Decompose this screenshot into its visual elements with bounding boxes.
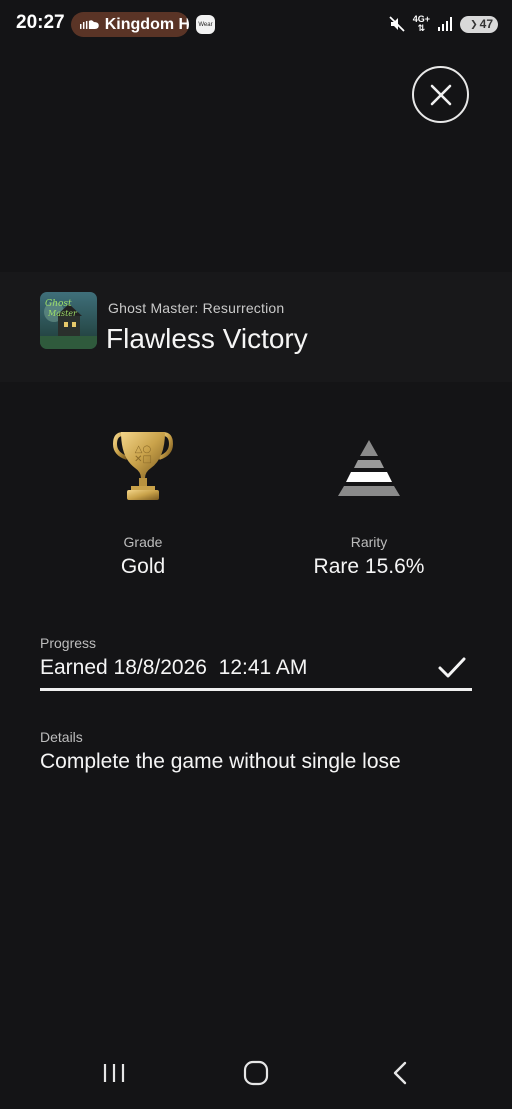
home-icon[interactable]: [243, 1060, 269, 1086]
checkmark-icon: [438, 657, 466, 678]
recents-icon[interactable]: [101, 1060, 127, 1086]
svg-text:Ghost: Ghost: [45, 299, 72, 309]
soundcloud-icon: [80, 20, 99, 29]
status-time: 20:27: [16, 12, 65, 33]
svg-text:✕□: ✕□: [134, 454, 152, 465]
status-indicators: 4G+ ⇅ ❯ 47: [389, 13, 498, 35]
svg-text:Master: Master: [47, 309, 78, 318]
rarity-label: Rarity: [350, 534, 388, 550]
media-title: Kingdom H: [104, 15, 189, 33]
battery-saver-icon: ❯: [470, 18, 478, 29]
status-bar: 20:27 Kingdom H Wear 4G+ ⇅ ❯ 47: [0, 0, 512, 48]
grade-value: Gold: [120, 555, 166, 578]
game-cover-thumbnail: Ghost Master: [40, 292, 97, 349]
details-value: Complete the game without single lose: [40, 750, 401, 773]
details-label: Details: [40, 729, 83, 745]
signal-icon: [438, 17, 452, 31]
game-name: Ghost Master: Resurrection: [108, 300, 285, 316]
rarity-pyramid-icon: [338, 440, 400, 496]
progress-label: Progress: [40, 635, 97, 651]
progress-bar: [40, 688, 472, 691]
battery-indicator: ❯ 47: [460, 15, 498, 33]
grade-stat: △○ ✕□ Grade Gold: [83, 428, 203, 579]
rarity-stat: Rarity Rare 15.6%: [289, 428, 449, 579]
progress-value: Earned 18/8/2026 12:41 AM: [40, 656, 308, 679]
rarity-value: Rare 15.6%: [313, 555, 425, 578]
system-nav-bar: [0, 1040, 512, 1109]
trophy-title: Flawless Victory: [106, 323, 308, 354]
network-type: 4G+ ⇅: [412, 14, 430, 33]
back-icon[interactable]: [388, 1060, 414, 1086]
wear-app-icon: Wear: [196, 15, 215, 34]
close-icon: [430, 84, 451, 105]
mute-icon: [389, 16, 405, 32]
close-button[interactable]: [412, 66, 469, 123]
grade-label: Grade: [123, 534, 163, 550]
battery-level: 47: [479, 17, 493, 31]
media-playing-chip[interactable]: Kingdom H: [71, 12, 189, 37]
gold-trophy-icon: △○ ✕□: [113, 432, 173, 500]
